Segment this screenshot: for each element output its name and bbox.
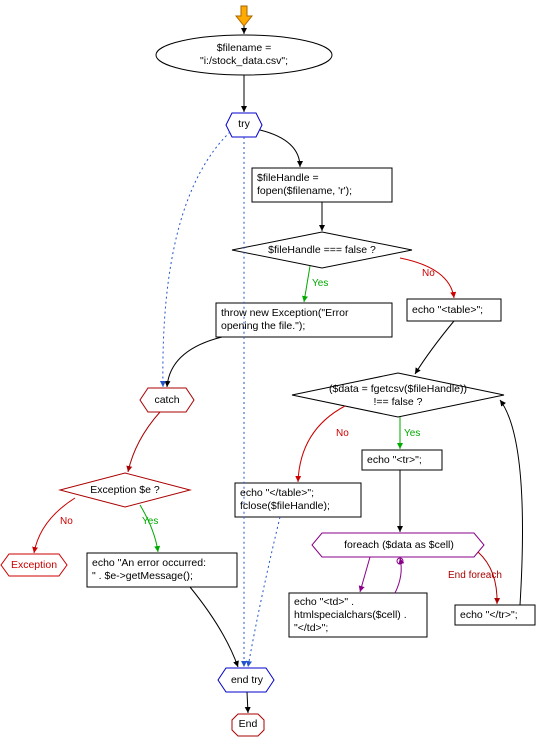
node-throw	[216, 303, 392, 337]
node-filename	[156, 35, 332, 75]
node-endtry	[218, 668, 274, 692]
node-fopen	[252, 168, 392, 202]
node-close-table	[235, 483, 361, 517]
node-exc-q	[60, 473, 190, 507]
node-echo-tr	[362, 450, 442, 470]
node-echo-endtr	[455, 605, 535, 625]
node-try	[226, 113, 262, 137]
flowchart-canvas	[0, 0, 536, 750]
node-foreach	[312, 533, 484, 557]
node-check-false	[232, 232, 412, 268]
node-exception	[1, 554, 67, 576]
node-echo-td	[289, 593, 427, 637]
start-arrow	[236, 6, 252, 26]
node-echo-err	[87, 553, 237, 587]
node-while	[292, 373, 504, 417]
node-end	[232, 714, 264, 736]
node-echo-table	[407, 299, 501, 321]
node-catch	[140, 388, 194, 412]
